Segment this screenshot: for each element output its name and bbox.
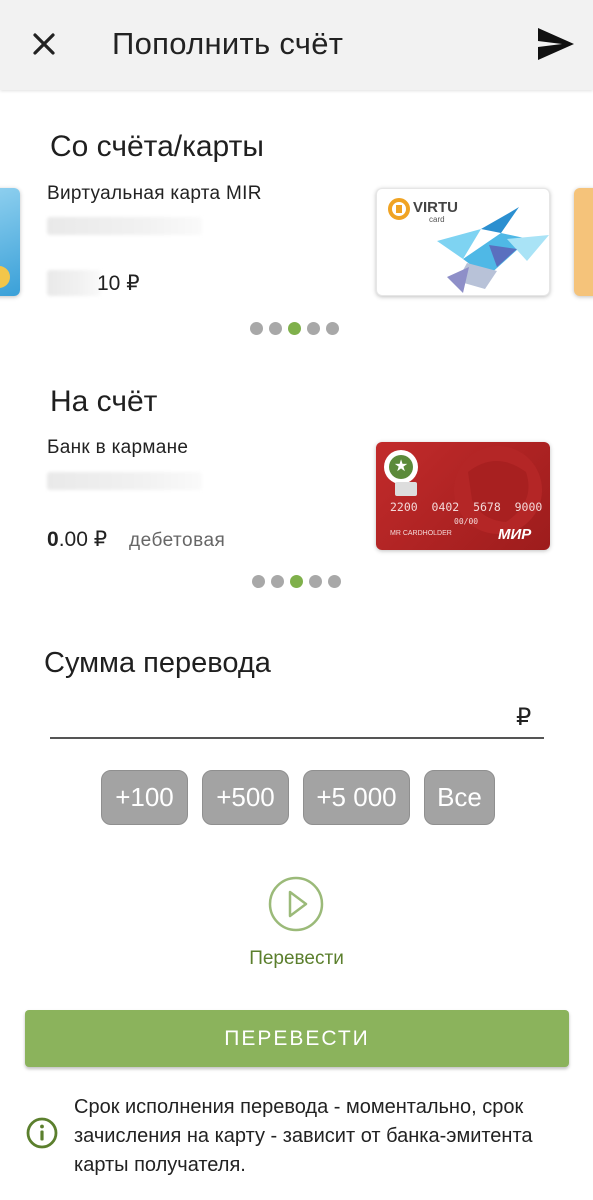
to-account-name: Банк в кармане bbox=[47, 437, 189, 458]
account-type: дебетовая bbox=[129, 530, 226, 551]
masked-balance bbox=[47, 270, 101, 296]
virtu-logo-sub: card bbox=[429, 215, 445, 224]
virtu-card-art bbox=[388, 198, 549, 293]
to-carousel-indicator bbox=[252, 575, 341, 588]
quick-amount-500-button[interactable]: +500 bbox=[202, 770, 289, 825]
carousel-dot-active[interactable] bbox=[290, 575, 303, 588]
carousel-dot[interactable] bbox=[250, 322, 263, 335]
amount-input-underline bbox=[50, 737, 544, 739]
star-badge-icon: ★ bbox=[384, 450, 418, 484]
page-title: Пополнить счёт bbox=[112, 26, 344, 61]
debit-card-image[interactable]: ★ 2200 0402 5678 9000 00/00 MR CARDHOLDE… bbox=[376, 442, 550, 550]
from-account-name: Виртуальная карта MIR bbox=[47, 183, 262, 204]
transfer-button[interactable]: ПЕРЕВЕСТИ bbox=[25, 1010, 569, 1067]
carousel-dot-active[interactable] bbox=[288, 322, 301, 335]
info-icon bbox=[26, 1117, 58, 1149]
mir-logo: МИР bbox=[498, 526, 532, 543]
prev-card-peek[interactable] bbox=[0, 188, 20, 296]
card-chip bbox=[395, 482, 417, 496]
quick-amount-5000-button[interactable]: +5 000 bbox=[303, 770, 410, 825]
quick-amount-100-button[interactable]: +100 bbox=[101, 770, 188, 825]
from-section-title: Со счёта/карты bbox=[50, 130, 264, 163]
carousel-dot[interactable] bbox=[309, 575, 322, 588]
to-balance: 0.00 ₽ bbox=[47, 528, 108, 551]
carousel-dot[interactable] bbox=[307, 322, 320, 335]
quick-amount-all-button[interactable]: Все bbox=[424, 770, 495, 825]
transfer-icon-label[interactable]: Перевести bbox=[230, 948, 363, 970]
carousel-dot[interactable] bbox=[328, 575, 341, 588]
card-expiry: 00/00 bbox=[454, 517, 479, 526]
from-balance: 10 ₽ bbox=[97, 272, 140, 295]
virtu-logo-text: VIRTU bbox=[413, 199, 458, 216]
app-bar: Пополнить счёт bbox=[0, 0, 593, 90]
next-card-peek[interactable] bbox=[574, 188, 593, 296]
carousel-dot[interactable] bbox=[252, 575, 265, 588]
quick-amount-chips: +100 +500 +5 000 Все bbox=[101, 770, 495, 825]
info-text: Срок исполнения перевода - моментально, … bbox=[74, 1096, 533, 1176]
amount-input[interactable] bbox=[50, 700, 510, 734]
to-section-title: На счёт bbox=[50, 385, 158, 418]
amount-section-title: Сумма перевода bbox=[44, 647, 271, 679]
carousel-dot[interactable] bbox=[269, 322, 282, 335]
carousel-dot[interactable] bbox=[326, 322, 339, 335]
masked-account-number bbox=[47, 217, 202, 235]
virtual-card-image[interactable]: VIRTU card bbox=[376, 188, 550, 296]
close-icon[interactable] bbox=[28, 28, 60, 60]
card-holder: MR CARDHOLDER bbox=[390, 530, 452, 537]
from-carousel-indicator bbox=[250, 322, 339, 335]
card-number: 2200 0402 5678 9000 bbox=[390, 500, 543, 514]
masked-account-number bbox=[47, 472, 202, 490]
play-icon[interactable] bbox=[268, 876, 324, 932]
carousel-dot[interactable] bbox=[271, 575, 284, 588]
currency-symbol: ₽ bbox=[516, 704, 532, 731]
send-icon[interactable] bbox=[536, 26, 576, 62]
